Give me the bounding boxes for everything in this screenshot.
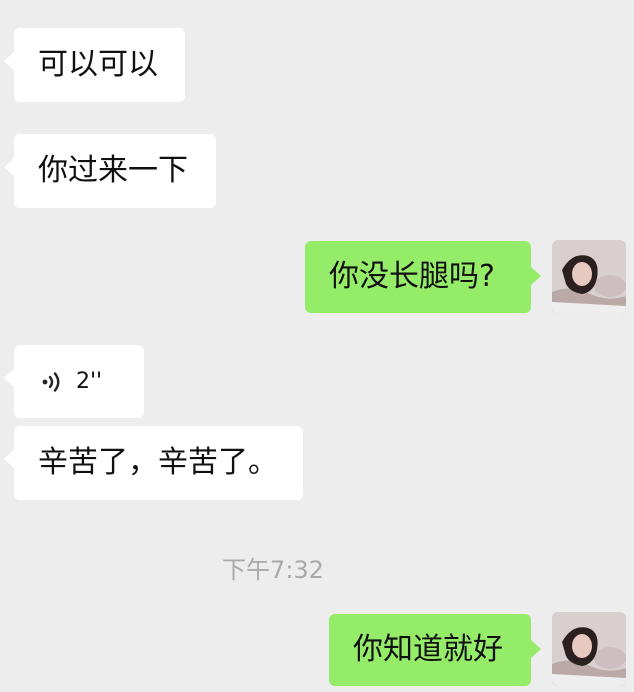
incoming-message-bubble[interactable]: 可以可以 xyxy=(4,28,185,102)
avatar[interactable] xyxy=(552,612,626,686)
incoming-voice-message[interactable]: 2'' xyxy=(4,345,144,418)
voice-duration: 2'' xyxy=(76,368,103,394)
message-timestamp: 下午7:32 xyxy=(222,556,324,584)
incoming-message-bubble[interactable]: 辛苦了，辛苦了。 xyxy=(4,426,303,500)
outgoing-message-bubble[interactable]: 你知道就好 xyxy=(329,614,541,686)
incoming-message-bubble[interactable]: 你过来一下 xyxy=(4,134,216,208)
message-text: 辛苦了，辛苦了。 xyxy=(38,445,278,480)
outgoing-message-bubble[interactable]: 你没长腿吗? xyxy=(305,241,541,313)
voice-wave-icon xyxy=(42,371,60,392)
avatar-photo xyxy=(552,612,626,686)
message-text: 你没长腿吗? xyxy=(329,259,495,294)
avatar[interactable] xyxy=(552,240,626,314)
avatar-photo xyxy=(552,240,626,314)
message-text: 你过来一下 xyxy=(38,153,188,188)
message-text: 可以可以 xyxy=(38,47,158,82)
message-text: 你知道就好 xyxy=(353,632,503,667)
